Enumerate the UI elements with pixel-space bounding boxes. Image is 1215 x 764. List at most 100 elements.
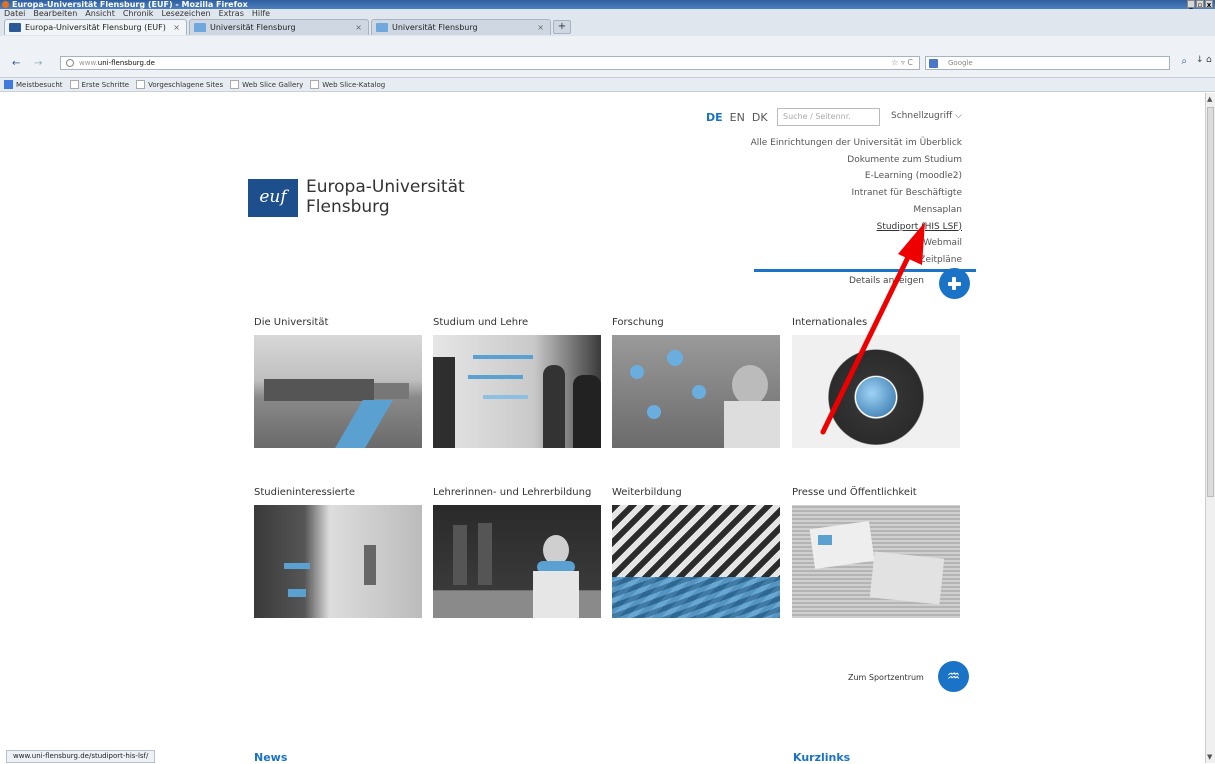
category-presse[interactable]: Presse und Öffentlichkeit — [792, 487, 960, 618]
bookmark-icon — [310, 80, 320, 89]
close-window-button[interactable]: x — [1205, 0, 1213, 9]
menu-bearbeiten[interactable]: Bearbeiten — [33, 9, 77, 19]
menu-lesezeichen[interactable]: Lesezeichen — [161, 9, 210, 19]
university-logo[interactable]: euf Europa-Universität Flensburg — [248, 177, 466, 219]
menu-chronik[interactable]: Chronik — [123, 9, 154, 19]
quicklink-studiport[interactable]: Studiport (HIS LSF) — [706, 219, 962, 236]
category-title: Internationales — [792, 317, 868, 328]
url-bar[interactable]: www.uni-flensburg.de ☆ ▿ C — [60, 56, 920, 70]
lang-en[interactable]: EN — [730, 111, 745, 124]
quickaccess-label: Schnellzugriff — [891, 111, 953, 121]
bookmark-vorgeschlagene-sites[interactable]: Vorgeschlagene Sites — [136, 78, 223, 91]
back-arrow-icon[interactable]: ← — [12, 58, 20, 69]
url-controls[interactable]: ☆ ▿ C — [891, 57, 913, 69]
category-weiterbildung[interactable]: Weiterbildung — [612, 487, 780, 618]
forward-arrow-icon[interactable]: → — [34, 58, 42, 69]
research-photo[interactable] — [612, 335, 780, 448]
maximize-button[interactable]: ▫ — [1196, 0, 1204, 9]
scrollbar-thumb[interactable] — [1207, 107, 1214, 497]
chevron-down-icon: ⌵ — [955, 111, 962, 121]
close-tab-icon[interactable]: × — [173, 20, 180, 35]
kurzlinks-heading: Kurzlinks — [793, 751, 851, 764]
page-viewport: DE EN DK Suche / Seitennr. Schnellzugrif… — [6, 93, 1205, 764]
menu-extras[interactable]: Extras — [219, 9, 244, 19]
details-label[interactable]: Details anzeigen — [849, 276, 924, 286]
firefox-icon — [2, 1, 9, 8]
lang-dk[interactable]: DK — [752, 111, 768, 124]
news-heading: News — [254, 751, 288, 764]
window-controls: _ ▫ x — [1187, 0, 1213, 9]
globe-icon — [66, 59, 74, 67]
quicklink-elearning[interactable]: E-Learning (moodle2) — [706, 168, 962, 185]
tab-label: Europa-Universität Flensburg (EUF) — [25, 23, 166, 32]
bookmark-meistbesucht[interactable]: Meistbesucht — [4, 78, 63, 91]
teacher-photo[interactable] — [433, 505, 601, 618]
sport-center-label[interactable]: Zum Sportzentrum — [848, 673, 924, 682]
bookmark-label: Vorgeschlagene Sites — [148, 80, 224, 89]
menu-datei[interactable]: Datei — [4, 9, 25, 19]
bookmark-erste-schritte[interactable]: Erste Schritte — [69, 78, 130, 91]
navigation-toolbar: ← → www.uni-flensburg.de ☆ ▿ C Google ⌕ … — [0, 36, 1215, 78]
bookmark-label: Erste Schritte — [81, 80, 130, 89]
category-forschung[interactable]: Forschung — [612, 317, 780, 448]
quicklink-mensaplan[interactable]: Mensaplan — [706, 202, 962, 219]
globe-hands-photo[interactable] — [792, 335, 960, 448]
minimize-button[interactable]: _ — [1187, 0, 1195, 9]
bookmark-web-slice-gallery[interactable]: Web Slice Gallery — [230, 78, 303, 91]
bookmark-web-slice-katalog[interactable]: Web Slice-Katalog — [310, 78, 385, 91]
newspapers-photo[interactable] — [792, 505, 960, 618]
url-prefix: www. — [79, 59, 98, 67]
lang-de[interactable]: DE — [706, 111, 723, 124]
close-tab-icon[interactable]: × — [355, 20, 362, 35]
quicklink-zeitplaene[interactable]: Zeitpläne — [706, 252, 962, 269]
menu-ansicht[interactable]: Ansicht — [85, 9, 115, 19]
tab-universitaet-flensburg-2[interactable]: Universität Flensburg × — [371, 19, 551, 35]
google-icon — [929, 59, 938, 68]
tab-euf[interactable]: Europa-Universität Flensburg (EUF) × — [4, 19, 187, 35]
scroll-down-icon[interactable]: ▼ — [1207, 753, 1212, 761]
bookmark-label: Meistbesucht — [16, 80, 63, 89]
euf-favicon-icon — [9, 23, 21, 32]
lecture-photo[interactable] — [433, 335, 601, 448]
menu-hilfe[interactable]: Hilfe — [252, 9, 270, 19]
bookmark-icon — [69, 80, 79, 89]
home-icon[interactable]: ⌂ — [1206, 55, 1212, 65]
menubar: Datei Bearbeiten Ansicht Chronik Lesezei… — [0, 9, 1215, 36]
category-studium-lehre[interactable]: Studium und Lehre — [433, 317, 601, 448]
tab-universitaet-flensburg-1[interactable]: Universität Flensburg × — [189, 19, 369, 35]
category-lehrerbildung[interactable]: Lehrerinnen- und Lehrerbildung — [433, 487, 601, 618]
category-title: Forschung — [612, 317, 664, 328]
quicklink-dokumente[interactable]: Dokumente zum Studium — [706, 152, 962, 169]
category-universitaet[interactable]: Die Universität — [254, 317, 422, 448]
quicklinks-list: Alle Einrichtungen der Universität im Üb… — [706, 135, 962, 269]
quicklink-einrichtungen[interactable]: Alle Einrichtungen der Universität im Üb… — [706, 135, 962, 152]
download-icon[interactable]: ↓ — [1196, 55, 1204, 65]
bookmark-icon — [230, 80, 240, 89]
tab-label: Universität Flensburg — [392, 23, 478, 32]
magnifier-icon[interactable]: ⌕ — [1181, 56, 1187, 68]
vertical-scrollbar[interactable]: ▲ ▼ — [1205, 93, 1215, 763]
category-studieninteressierte[interactable]: Studieninteressierte — [254, 487, 422, 618]
category-internationales[interactable]: Internationales — [792, 317, 960, 448]
stairs-photo[interactable] — [612, 505, 780, 618]
his-favicon-icon — [376, 23, 388, 32]
window-titlebar: Europa-Universität Flensburg (EUF) - Moz… — [0, 0, 1215, 9]
new-tab-button[interactable]: + — [553, 20, 571, 34]
plus-icon[interactable] — [939, 268, 970, 299]
scroll-up-icon[interactable]: ▲ — [1207, 95, 1212, 103]
close-tab-icon[interactable]: × — [537, 20, 544, 35]
quickaccess-toggle[interactable]: Schnellzugriff ⌵ — [891, 111, 962, 121]
url-domain: uni-flensburg.de — [97, 59, 155, 67]
quicklink-webmail[interactable]: Webmail — [706, 235, 962, 252]
status-url: www.uni-flensburg.de/studiport-his-lsf/ — [6, 750, 156, 763]
door-photo[interactable] — [254, 505, 422, 618]
bookmarks-toolbar: Meistbesucht Erste Schritte Vorgeschlage… — [0, 78, 1215, 92]
web-search-bar[interactable]: Google ⌕ — [925, 56, 1187, 70]
quicklink-intranet[interactable]: Intranet für Beschäftigte — [706, 185, 962, 202]
swimmer-icon[interactable]: ♒ — [938, 661, 969, 692]
campus-photo[interactable] — [254, 335, 422, 448]
category-title: Presse und Öffentlichkeit — [792, 487, 917, 498]
language-switcher: DE EN DK — [706, 111, 768, 124]
site-search-input[interactable]: Suche / Seitennr. — [777, 108, 880, 126]
category-title: Studium und Lehre — [433, 317, 529, 328]
